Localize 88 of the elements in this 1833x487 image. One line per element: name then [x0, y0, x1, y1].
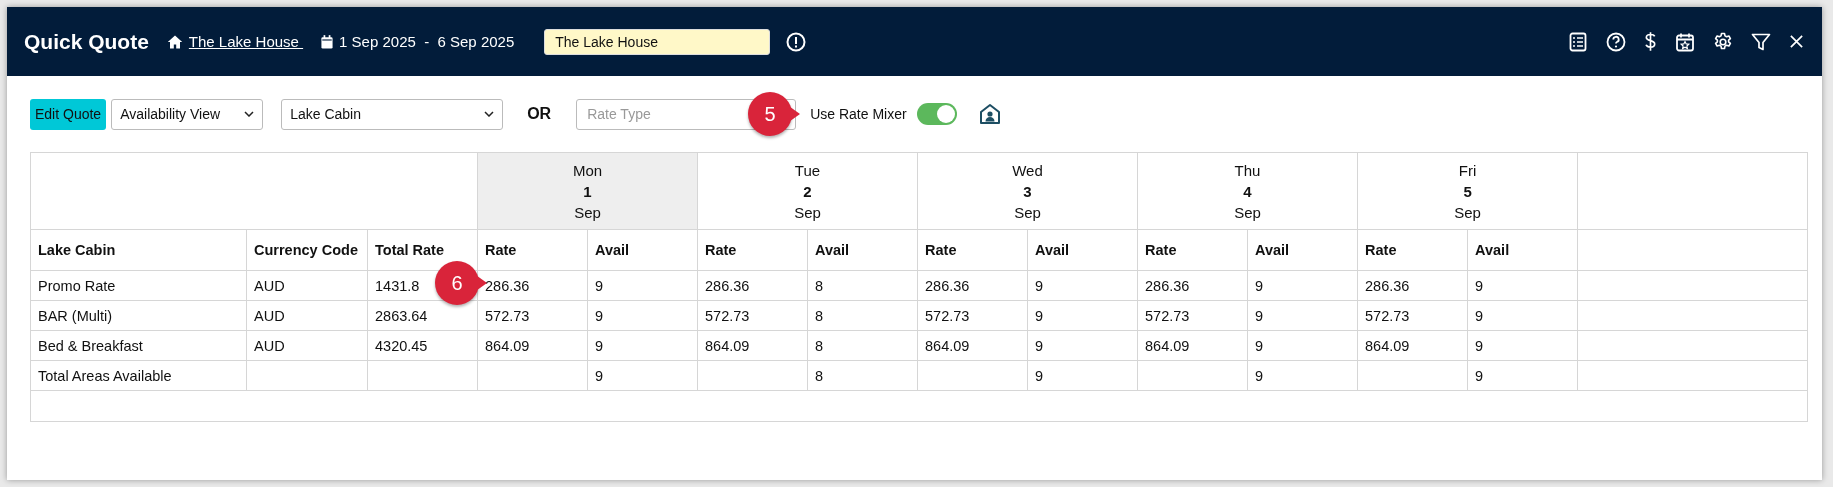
table-cell: 9 [1027, 360, 1138, 391]
table-cell: 9 [1247, 270, 1358, 301]
table-cell: 8 [807, 330, 918, 361]
column-header: Rate [1357, 229, 1468, 271]
window-title: Quick Quote [24, 29, 149, 54]
table-cell: 864.09 [917, 330, 1028, 361]
table-cell: 1431.8 [375, 277, 420, 294]
table-cell: 864.09 [697, 330, 808, 361]
day-header[interactable]: Wed 3 Sep [917, 152, 1138, 230]
column-header: Avail [807, 229, 918, 271]
table-cell: 9 [1027, 300, 1138, 331]
column-header: Avail [1027, 229, 1138, 271]
table-cell: 8 [807, 270, 918, 301]
table-cell: 8 [807, 360, 918, 391]
column-header: Avail [1467, 229, 1578, 271]
house-user-icon[interactable] [978, 103, 1001, 125]
filter-icon[interactable] [1751, 31, 1771, 52]
column-header: Rate [917, 229, 1028, 271]
help-icon[interactable] [1606, 31, 1626, 52]
table-cell: 286.36 [917, 270, 1028, 301]
callout-badge: 6 [435, 261, 479, 305]
column-header: Currency Code [246, 229, 368, 271]
table-cell: 572.73 [917, 300, 1028, 331]
column-header: Rate [1137, 229, 1248, 271]
rate-mixer-label: Use Rate Mixer [810, 106, 907, 122]
table-cell: AUD [246, 270, 368, 301]
info-icon[interactable] [786, 31, 807, 52]
table-cell: 9 [587, 360, 698, 391]
day-header[interactable]: Tue 2 Sep [697, 152, 918, 230]
or-label: OR [527, 105, 552, 123]
settings-icon[interactable] [1713, 31, 1733, 52]
table-cell: 286.36 [697, 270, 808, 301]
column-header: Lake Cabin [30, 229, 247, 271]
rate-mixer-toggle[interactable] [916, 103, 957, 125]
table-cell: 286.36 [1137, 270, 1248, 301]
home-icon [166, 33, 183, 50]
table-cell: AUD [246, 330, 368, 361]
table-cell: 286.36 [1357, 270, 1468, 301]
table-cell: 864.09 [1137, 330, 1248, 361]
table-cell: 864.09 [477, 330, 588, 361]
property-link[interactable]: The Lake House [188, 33, 304, 50]
table-cell: Promo Rate [30, 270, 247, 301]
caret-icon [484, 111, 495, 117]
caret-icon [244, 111, 255, 117]
table-cell: 572.73 [697, 300, 808, 331]
table-cell: Bed & Breakfast [30, 330, 247, 361]
table-cell: 9 [587, 330, 698, 361]
table-cell: Total Areas Available [30, 360, 247, 391]
table-cell: 286.36 [477, 270, 588, 301]
table-cell: 9 [587, 270, 698, 301]
search-field[interactable]: The Lake House [544, 28, 771, 55]
dollar-icon[interactable] [1644, 31, 1657, 52]
table-cell: 2863.64 [375, 307, 428, 324]
edit-quote-button[interactable]: Edit Quote [30, 98, 107, 130]
column-header: Avail [1247, 229, 1358, 271]
pointer-icon [786, 104, 801, 124]
table-cell: 9 [1467, 360, 1578, 391]
calendar-icon [321, 34, 334, 49]
table-cell: 9 [1027, 330, 1138, 361]
day-header[interactable]: Mon 1 Sep [477, 152, 698, 230]
table-cell: 572.73 [1137, 300, 1248, 331]
table-cell: 9 [1247, 360, 1358, 391]
view-select[interactable]: Availability View [111, 98, 264, 130]
day-header[interactable]: Fri 5 Sep [1357, 152, 1578, 230]
table-cell: 864.09 [1357, 330, 1468, 361]
table-cell: 4320.45 [375, 337, 428, 354]
table-cell: 9 [1467, 330, 1578, 361]
table-cell: 572.73 [477, 300, 588, 331]
table-cell: 9 [1247, 330, 1358, 361]
table-cell: BAR (Multi) [30, 300, 247, 331]
pointer-icon [473, 273, 487, 293]
table-cell: 572.73 [1357, 300, 1468, 331]
table-cell: 9 [1467, 300, 1578, 331]
day-header[interactable]: Thu 4 Sep [1137, 152, 1358, 230]
table-cell: 8 [807, 300, 918, 331]
column-header: Rate [477, 229, 588, 271]
table-cell: AUD [246, 300, 368, 331]
column-header: Rate [697, 229, 808, 271]
callout-badge: 5 [748, 92, 793, 136]
table-cell: 9 [1247, 300, 1358, 331]
column-header: Avail [587, 229, 698, 271]
table-cell: 9 [1027, 270, 1138, 301]
table-cell: 9 [587, 300, 698, 331]
close-icon[interactable] [1789, 34, 1804, 49]
checklist-icon[interactable] [1568, 31, 1588, 52]
room-select[interactable]: Lake Cabin [281, 98, 504, 130]
date-range: 1 Sep 2025 - 6 Sep 2025 [339, 33, 515, 50]
table-cell: 9 [1467, 270, 1578, 301]
